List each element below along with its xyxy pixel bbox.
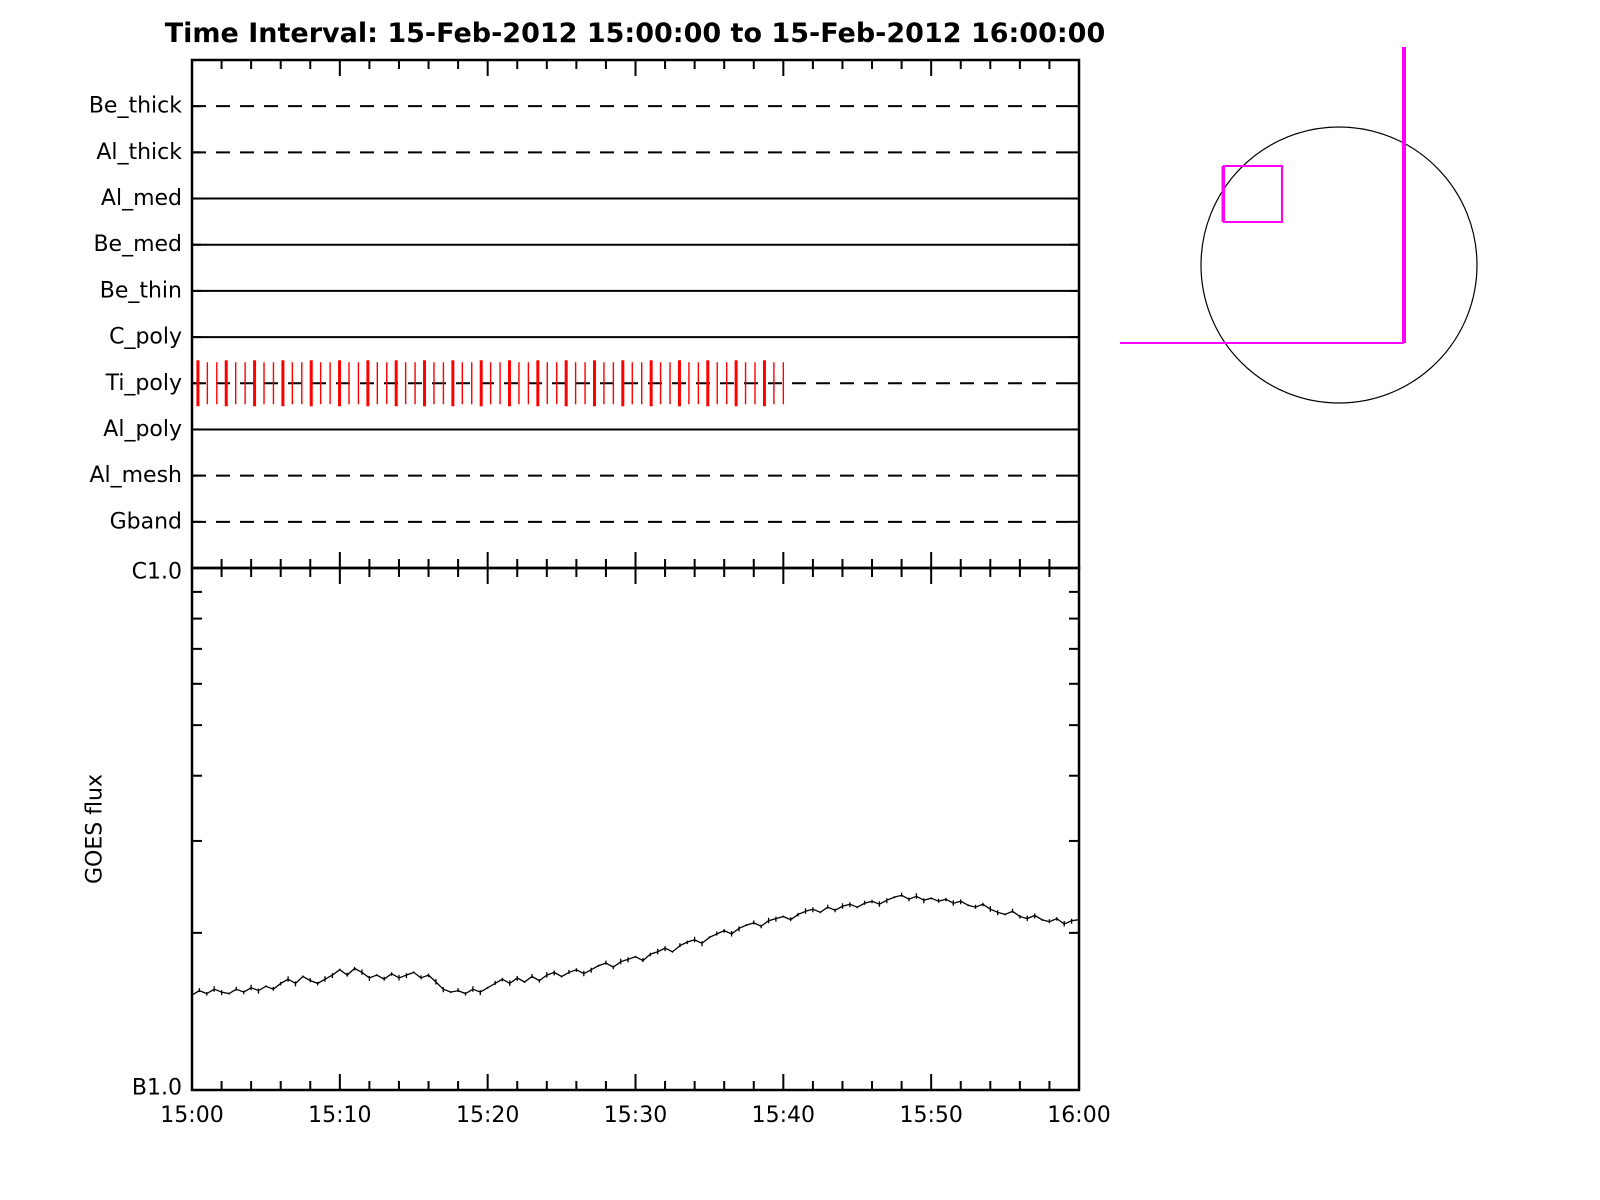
row-label-Al_thick: Al_thick	[96, 140, 182, 165]
x-tick-label-15:30: 15:30	[604, 1103, 667, 1128]
row-label-Be_thick: Be_thick	[89, 94, 182, 119]
row-label-Be_med: Be_med	[93, 232, 182, 257]
row-label-Al_med: Al_med	[101, 186, 182, 211]
row-label-Al_poly: Al_poly	[103, 417, 182, 442]
row-label-Be_thin: Be_thin	[100, 278, 182, 303]
x-tick-label-15:00: 15:00	[160, 1103, 223, 1128]
row-label-Ti_poly: Ti_poly	[105, 371, 182, 396]
row-label-Gband: Gband	[110, 509, 182, 534]
x-tick-label-15:20: 15:20	[456, 1103, 519, 1128]
plot-title: Time Interval: 15-Feb-2012 15:00:00 to 1…	[165, 18, 1106, 49]
y-bottom-tick-label: B1.0	[132, 1076, 182, 1101]
x-tick-label-15:50: 15:50	[899, 1103, 962, 1128]
plot-background	[0, 0, 1600, 1200]
row-label-C_poly: C_poly	[109, 325, 182, 350]
x-tick-label-15:10: 15:10	[308, 1103, 371, 1128]
row-label-Al_mesh: Al_mesh	[89, 463, 182, 488]
xrt-goes-plot-window: Time Interval: 15-Feb-2012 15:00:00 to 1…	[0, 0, 1600, 1200]
plot-svg: Time Interval: 15-Feb-2012 15:00:00 to 1…	[0, 0, 1600, 1200]
x-tick-label-15:40: 15:40	[752, 1103, 815, 1128]
x-tick-label-16:00: 16:00	[1047, 1103, 1110, 1128]
y-top-tick-label: C1.0	[132, 560, 182, 585]
y-axis-title: GOES flux	[83, 774, 108, 884]
